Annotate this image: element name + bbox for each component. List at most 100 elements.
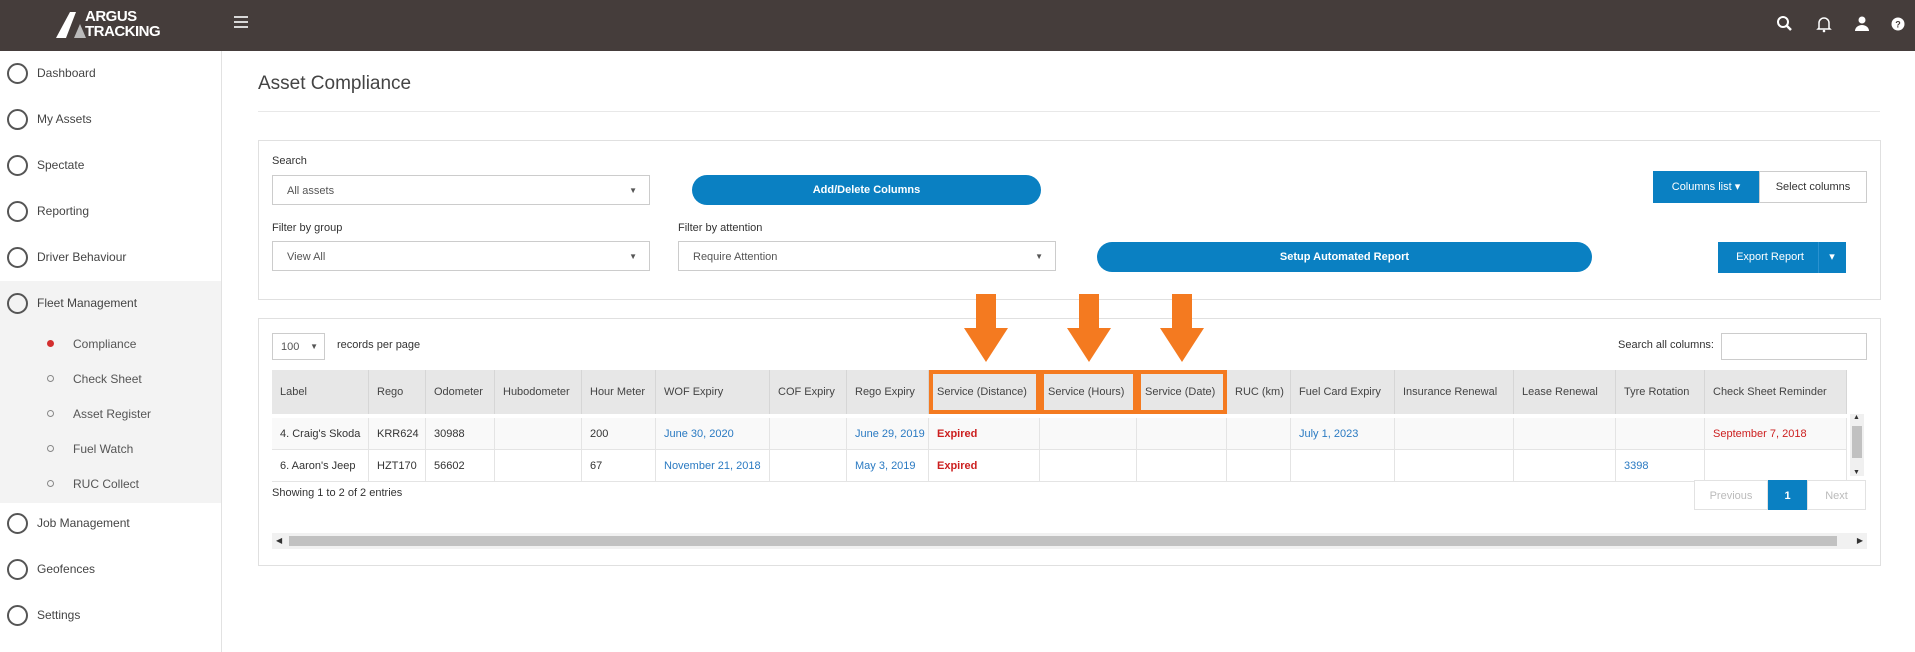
table-cell-ruc-km [1227,418,1291,450]
highlight-service-hours [1040,370,1137,414]
table-cell-fuel-card-expiry[interactable]: July 1, 2023 [1291,418,1395,450]
pager-page-1-button[interactable]: 1 [1768,480,1807,510]
scroll-up-icon[interactable]: ▲ [1853,414,1860,421]
select-columns-button[interactable]: Select columns [1759,171,1867,203]
table-cell-hubodometer [495,418,582,450]
sidebar-item-dashboard[interactable]: Dashboard [0,53,221,93]
table-cell-rego-expiry[interactable]: June 29, 2019 [847,418,929,450]
group-filter-value: View All [287,251,326,263]
sidebar-item-settings[interactable]: Settings [0,595,221,635]
search-select[interactable]: All assets ▼ [272,175,650,205]
search-label: Search [272,155,307,167]
search-all-label: Search all columns: [1618,339,1714,351]
scroll-left-icon[interactable]: ◀ [276,536,282,545]
column-header-odometer[interactable]: Odometer [426,370,495,414]
table-cell-insurance-renewal [1395,418,1514,450]
showing-entries-text: Showing 1 to 2 of 2 entries [272,487,403,499]
columns-list-button[interactable]: Columns list ▾ [1653,171,1759,203]
sidebar-item-my-assets[interactable]: My Assets [0,99,221,139]
top-bar: ARGUS TRACKING ? [0,0,1915,51]
divider [258,111,1880,112]
attention-filter-label: Filter by attention [678,222,763,234]
sidebar-item-reporting[interactable]: Reporting [0,191,221,231]
column-header-insurance-renewal[interactable]: Insurance Renewal [1395,370,1514,414]
sidebar-item-fleet-management[interactable]: Fleet Management [0,283,221,323]
setup-automated-report-button[interactable]: Setup Automated Report [1097,242,1592,272]
table-cell-label: 4. Craig's Skoda [272,418,369,450]
table-cell-check-sheet-reminder [1705,450,1847,482]
column-header-fuel-card-expiry[interactable]: Fuel Card Expiry [1291,370,1395,414]
user-icon[interactable] [1852,14,1872,34]
sidebar-item-geofences[interactable]: Geofences [0,549,221,589]
table-cell-hour-meter: 200 [582,418,656,450]
chevron-down-icon: ▼ [629,186,637,195]
table-cell-service-hours [1040,450,1137,482]
circle-dot-icon [47,480,54,487]
column-header-lease-renewal[interactable]: Lease Renewal [1514,370,1616,414]
table-cell-tyre-rotation[interactable]: 3398 [1616,450,1705,482]
vertical-scrollbar[interactable]: ▲ ▼ [1850,414,1864,476]
column-header-hour-meter[interactable]: Hour Meter [582,370,656,414]
table-cell-rego-expiry[interactable]: May 3, 2019 [847,450,929,482]
table-cell-cof-expiry [770,450,847,482]
horizontal-scrollbar[interactable]: ◀ ▶ [272,533,1867,549]
hscrollbar-thumb[interactable] [289,536,1837,546]
column-header-rego-expiry[interactable]: Rego Expiry [847,370,929,414]
table-cell-service-hours [1040,418,1137,450]
table-cell-ruc-km [1227,450,1291,482]
export-dropdown-caret-icon[interactable]: ▾ [1818,242,1845,273]
help-icon[interactable]: ? [1888,14,1908,34]
circle-dot-icon [47,445,54,452]
sidebar-sub-compliance[interactable]: Compliance [0,328,221,358]
menu-toggle-icon[interactable] [234,16,248,28]
sidebar-sub-fuel-watch[interactable]: Fuel Watch [0,433,221,463]
chevron-down-icon: ▼ [310,342,318,351]
column-header-wof-expiry[interactable]: WOF Expiry [656,370,770,414]
table-cell-check-sheet-reminder: September 7, 2018 [1705,418,1847,450]
column-header-tyre-rotation[interactable]: Tyre Rotation [1616,370,1705,414]
add-delete-columns-button[interactable]: Add/Delete Columns [692,175,1041,205]
table-cell-wof-expiry[interactable]: June 30, 2020 [656,418,770,450]
scrollbar-thumb[interactable] [1852,426,1862,458]
bell-icon[interactable] [1814,14,1834,34]
sidebar-sub-asset-register[interactable]: Asset Register [0,398,221,428]
column-header-label[interactable]: Label [272,370,369,414]
search-icon[interactable] [1775,14,1795,34]
sidebar-item-spectate[interactable]: Spectate [0,145,221,185]
truck-icon [7,293,28,314]
pager-previous-button[interactable]: Previous [1694,480,1768,510]
sidebar-item-driver-behaviour[interactable]: Driver Behaviour [0,237,221,277]
table-row: 4. Craig's Skoda KRR624 30988 200 June 30, 2… [272,418,1847,450]
brand-name[interactable]: ARGUS TRACKING [85,9,161,39]
scroll-down-icon[interactable]: ▼ [1853,469,1860,476]
column-header-check-sheet-reminder[interactable]: Check Sheet Reminder [1705,370,1847,414]
per-page-value: 100 [281,341,300,353]
sidebar: Dashboard My Assets Spectate Reporting D… [0,51,222,652]
column-header-hubodometer[interactable]: Hubodometer [495,370,582,414]
table-cell-hour-meter: 67 [582,450,656,482]
table-cell-odometer: 56602 [426,450,495,482]
group-filter-label: Filter by group [272,222,343,234]
highlight-service-date [1137,370,1227,414]
column-header-rego[interactable]: Rego [369,370,426,414]
sidebar-sub-check-sheet[interactable]: Check Sheet [0,363,221,393]
svg-text:?: ? [1895,20,1901,30]
chevron-down-icon: ▼ [629,252,637,261]
column-header-ruc-km[interactable]: RUC (km) [1227,370,1291,414]
table-cell-rego: HZT170 [369,450,426,482]
per-page-select[interactable]: 100 ▼ [272,333,325,360]
reporting-icon [7,201,28,222]
table-cell-wof-expiry[interactable]: November 21, 2018 [656,450,770,482]
table-cell-fuel-card-expiry [1291,450,1395,482]
attention-filter-select[interactable]: Require Attention ▼ [678,241,1056,271]
search-all-input[interactable] [1721,333,1867,360]
group-filter-select[interactable]: View All ▼ [272,241,650,271]
caret-down-icon: ▾ [1734,181,1741,193]
scroll-right-icon[interactable]: ▶ [1857,536,1863,545]
sidebar-item-job-management[interactable]: Job Management [0,503,221,543]
map-pin-icon [7,155,28,176]
sidebar-sub-ruc-collect[interactable]: RUC Collect [0,468,221,498]
highlight-service-distance [929,370,1040,414]
pager-next-button[interactable]: Next [1807,480,1866,510]
column-header-cof-expiry[interactable]: COF Expiry [770,370,847,414]
